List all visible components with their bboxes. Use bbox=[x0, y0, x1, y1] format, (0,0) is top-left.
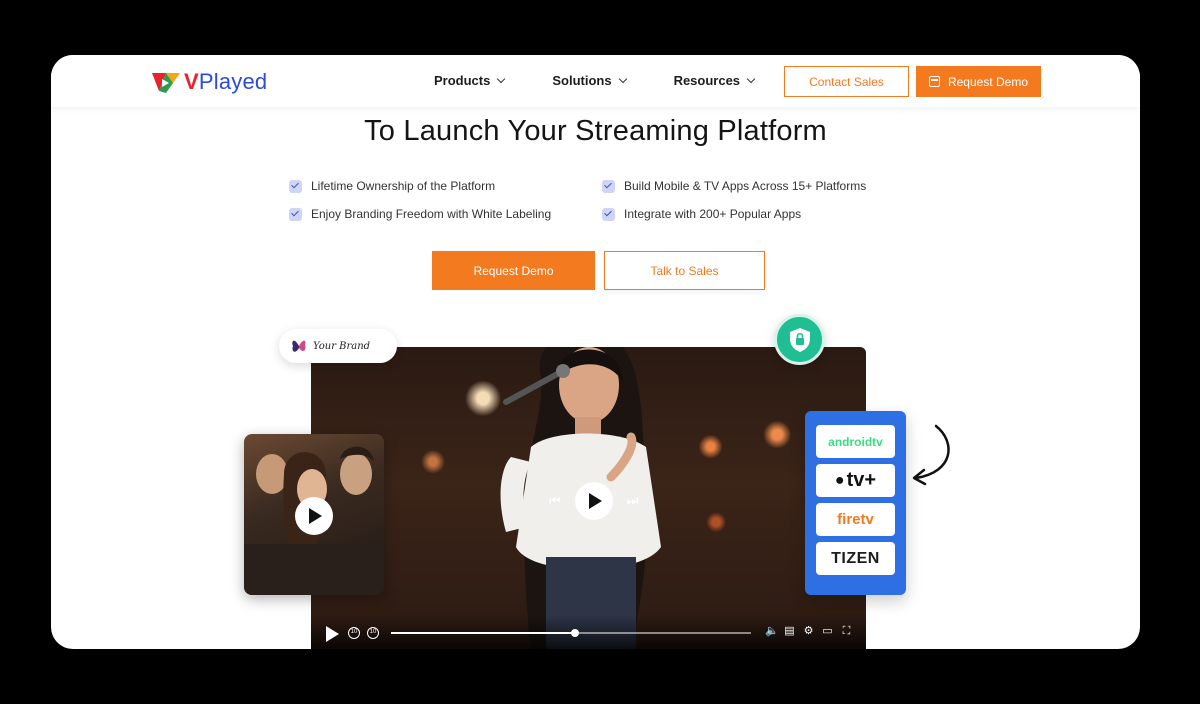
progress-fill bbox=[391, 632, 575, 634]
play-icon bbox=[309, 508, 322, 524]
checkbox-icon bbox=[289, 207, 302, 221]
feature-text: Integrate with 200+ Popular Apps bbox=[624, 207, 802, 221]
hero-title: To Launch Your Streaming Platform bbox=[364, 115, 827, 147]
chevron-down-icon bbox=[497, 74, 506, 84]
nav-item-label: Products bbox=[434, 73, 491, 88]
logo-text: VPlayed bbox=[184, 69, 268, 94]
nav-item-label: Solutions bbox=[552, 73, 612, 88]
side-video-thumbnail[interactable] bbox=[244, 434, 384, 595]
forward-10-icon[interactable]: 10 bbox=[367, 627, 379, 639]
calendar-icon bbox=[928, 76, 940, 87]
shield-lock-icon bbox=[789, 327, 810, 352]
progress-knob[interactable] bbox=[570, 629, 579, 637]
volume-icon[interactable]: 🔈 bbox=[765, 626, 779, 637]
feature-list: Lifetime Ownership of the Platform Build… bbox=[289, 179, 929, 221]
settings-gear-icon[interactable]: ⚙ bbox=[803, 626, 814, 637]
apple-tv-logo: ● tv+ bbox=[816, 464, 895, 497]
page-card: VPlayed Products Solutions Resources Con… bbox=[51, 55, 1140, 649]
video-control-bar: 10 10 🔈 ▤ ⚙ ▭ ⛶ bbox=[311, 615, 866, 649]
checkbox-icon bbox=[289, 179, 302, 193]
tizen-logo: TIZEN bbox=[816, 542, 895, 575]
platforms-panel: androidtv ● tv+ firetv TIZEN bbox=[805, 411, 906, 595]
fire-tv-logo: firetv bbox=[816, 503, 895, 536]
checkbox-icon bbox=[602, 179, 615, 193]
skip-previous-icon[interactable]: ⏮ bbox=[549, 493, 561, 509]
apple-icon: ● bbox=[834, 471, 845, 489]
cast-icon[interactable]: ▭ bbox=[822, 626, 833, 637]
request-demo-button[interactable]: Request Demo bbox=[432, 251, 595, 290]
contact-sales-button[interactable]: Contact Sales bbox=[784, 66, 909, 97]
feature-item: Enjoy Branding Freedom with White Labeli… bbox=[289, 207, 602, 221]
feature-text: Build Mobile & TV Apps Across 15+ Platfo… bbox=[624, 179, 867, 193]
android-tv-logo: androidtv bbox=[816, 425, 895, 458]
chevron-down-icon bbox=[618, 74, 627, 84]
fullscreen-icon[interactable]: ⛶ bbox=[841, 626, 852, 637]
logo[interactable]: VPlayed bbox=[152, 69, 267, 95]
apple-tv-text: tv+ bbox=[846, 469, 877, 491]
chevron-down-icon bbox=[746, 74, 756, 84]
request-demo-nav-button[interactable]: Request Demo bbox=[916, 66, 1041, 97]
top-nav: VPlayed Products Solutions Resources Con… bbox=[51, 55, 1140, 107]
main-video-player[interactable]: ⏮ ⏭ 10 10 🔈 ▤ ⚙ ▭ ⛶ bbox=[311, 347, 866, 649]
play-button[interactable] bbox=[574, 482, 613, 520]
play-icon bbox=[588, 493, 602, 509]
nav-menu: Products Solutions Resources bbox=[434, 73, 756, 88]
talk-to-sales-button[interactable]: Talk to Sales bbox=[604, 251, 765, 290]
your-brand-badge: Your Brand bbox=[279, 329, 397, 363]
video-right-icons: 🔈 ▤ ⚙ ▭ ⛶ bbox=[765, 626, 852, 637]
security-badge bbox=[774, 314, 825, 365]
progress-bar[interactable] bbox=[391, 629, 751, 637]
captions-icon[interactable]: ▤ bbox=[784, 626, 795, 637]
butterfly-icon bbox=[292, 340, 306, 352]
feature-item: Build Mobile & TV Apps Across 15+ Platfo… bbox=[602, 179, 902, 193]
feature-text: Enjoy Branding Freedom with White Labeli… bbox=[311, 207, 552, 221]
vplayed-logo-icon bbox=[152, 73, 180, 93]
brand-text: Your Brand bbox=[313, 340, 371, 352]
checkbox-icon bbox=[602, 207, 615, 221]
rewind-10-icon[interactable]: 10 bbox=[348, 627, 360, 639]
play-icon[interactable] bbox=[326, 626, 339, 642]
feature-item: Lifetime Ownership of the Platform bbox=[289, 179, 602, 193]
request-demo-label: Request Demo bbox=[947, 74, 1029, 89]
nav-item-label: Resources bbox=[673, 73, 741, 88]
feature-text: Lifetime Ownership of the Platform bbox=[311, 179, 496, 193]
nav-item-products[interactable]: Products bbox=[434, 73, 506, 88]
curved-arrow-icon bbox=[912, 424, 950, 486]
side-play-button[interactable] bbox=[295, 497, 333, 535]
center-controls: ⏮ ⏭ bbox=[549, 482, 638, 520]
skip-next-icon[interactable]: ⏭ bbox=[627, 493, 639, 509]
nav-item-resources[interactable]: Resources bbox=[673, 73, 756, 88]
nav-item-solutions[interactable]: Solutions bbox=[552, 73, 627, 88]
feature-item: Integrate with 200+ Popular Apps bbox=[602, 207, 902, 221]
